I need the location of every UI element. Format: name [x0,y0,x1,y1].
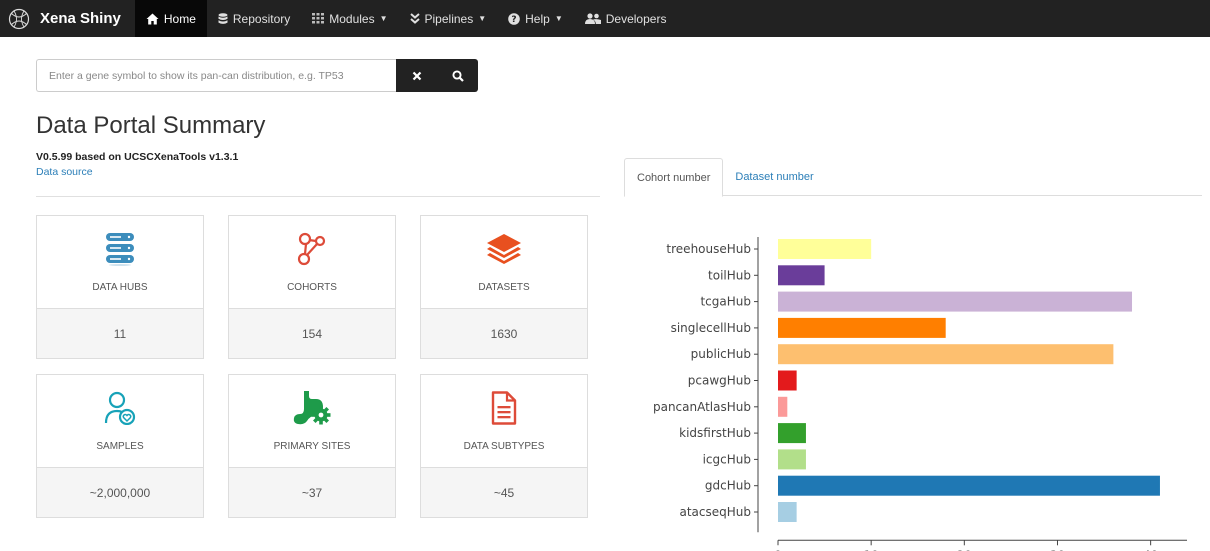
nav-help-label: Help [525,11,550,26]
nav-pipelines[interactable]: Pipelines ▼ [399,0,498,37]
brand-title: Xena Shiny [40,10,121,27]
nav-modules-label: Modules [329,11,375,26]
caret-down-icon: ▼ [478,14,487,23]
card-label: DATASETS [478,282,530,293]
tab-cohort-number[interactable]: Cohort number [624,158,724,197]
xena-logo-icon [8,8,30,29]
card-label: SAMPLES [96,441,144,452]
svg-text:?: ? [512,15,517,25]
card-samples: SAMPLES ~2,000,000 [36,374,204,518]
top-navbar: Xena Shiny Home Repository Modules ▼ Pip… [0,0,1210,37]
card-value: ~37 [229,467,395,517]
y-tick-label: pancanAtlasHub [653,400,751,414]
version-text: V0.5.99 based on UCSCXenaTools v1.3.1 [36,151,239,163]
caret-down-icon: ▼ [554,14,563,23]
nav-repository[interactable]: Repository [207,0,301,37]
y-tick-label: icgcHub [703,452,751,466]
page-title: Data Portal Summary [36,112,266,139]
card-cohorts: COHORTS 154 [228,215,396,359]
data-source-link[interactable]: Data source [36,166,93,178]
nav-home[interactable]: Home [134,0,207,37]
card-value: ~45 [421,467,587,517]
file-text-icon [491,390,517,426]
bar-atacseqHub [778,502,797,522]
bar-gdcHub [778,475,1160,496]
y-tick-label: publicHub [691,347,751,361]
database-icon [105,231,135,267]
caret-down-icon: ▼ [379,14,388,23]
nav-pipelines-label: Pipelines [424,11,474,26]
y-tick-label: atacseqHub [679,505,751,519]
nav-repository-label: Repository [232,11,291,26]
bar-kidsfirstHub [778,423,806,444]
clear-button[interactable] [396,59,437,92]
close-icon [412,71,421,80]
bar-tcgaHub [778,291,1133,312]
nav-modules[interactable]: Modules ▼ [301,0,398,37]
hub-cohort-bar-chart: treehouseHub toilHub tcgaHub singlecellHub p… [653,237,1187,551]
card-datasets: DATASETS 1630 [420,215,588,359]
y-tick-label: toilHub [708,268,751,282]
card-label: DATA SUBTYPES [463,441,545,452]
y-tick-label: tcgaHub [700,295,751,309]
search-icon [451,69,464,82]
chart-tabs: Cohort number Dataset number [624,158,1202,197]
stomach-gear-icon [292,390,332,426]
gene-search [36,59,478,92]
card-value: 154 [229,308,395,358]
y-tick-label: pcawgHub [688,374,751,388]
bar-toilHub [778,265,825,286]
bar-pancanAtlasHub [778,396,788,417]
database-icon [218,12,228,25]
card-label: DATA HUBS [92,282,148,293]
y-tick-label: treehouseHub [666,242,751,256]
tab-dataset-number[interactable]: Dataset number [723,158,825,196]
card-value: 1630 [421,308,587,358]
card-label: COHORTS [287,282,337,293]
divider [36,196,600,197]
card-data-hubs: DATA HUBS 11 [36,215,204,359]
bar-publicHub [778,344,1114,365]
card-value: ~2,000,000 [37,467,203,517]
bar-treehouseHub [778,239,872,259]
layers-icon [485,231,523,267]
home-icon [146,13,159,25]
bar-icgcHub [778,449,806,470]
card-data-subtypes: DATA SUBTYPES ~45 [420,374,588,518]
search-button[interactable] [437,59,478,92]
user-heart-icon [104,390,136,426]
y-tick-label: kidsfirstHub [679,426,751,440]
gene-search-input[interactable] [36,59,396,92]
card-value: 11 [37,308,203,358]
users-icon [584,13,601,24]
nav-home-label: Home [163,11,196,26]
grid-icon [312,13,325,24]
question-circle-icon: ? [508,12,520,25]
bar-pcawgHub [778,370,797,391]
card-primary-sites: PRIMARY SITES ~37 [228,374,396,518]
bar-singlecellHub [778,317,946,338]
nav-developers[interactable]: Developers [574,0,678,37]
nav-help[interactable]: ? Help ▼ [497,0,574,37]
share-nodes-icon [296,231,328,267]
brand[interactable]: Xena Shiny [0,0,135,37]
chevrons-down-icon [409,13,420,24]
y-tick-label: singlecellHub [671,321,751,335]
card-label: PRIMARY SITES [273,441,351,452]
y-tick-label: gdcHub [705,479,751,493]
nav-developers-label: Developers [605,11,667,26]
